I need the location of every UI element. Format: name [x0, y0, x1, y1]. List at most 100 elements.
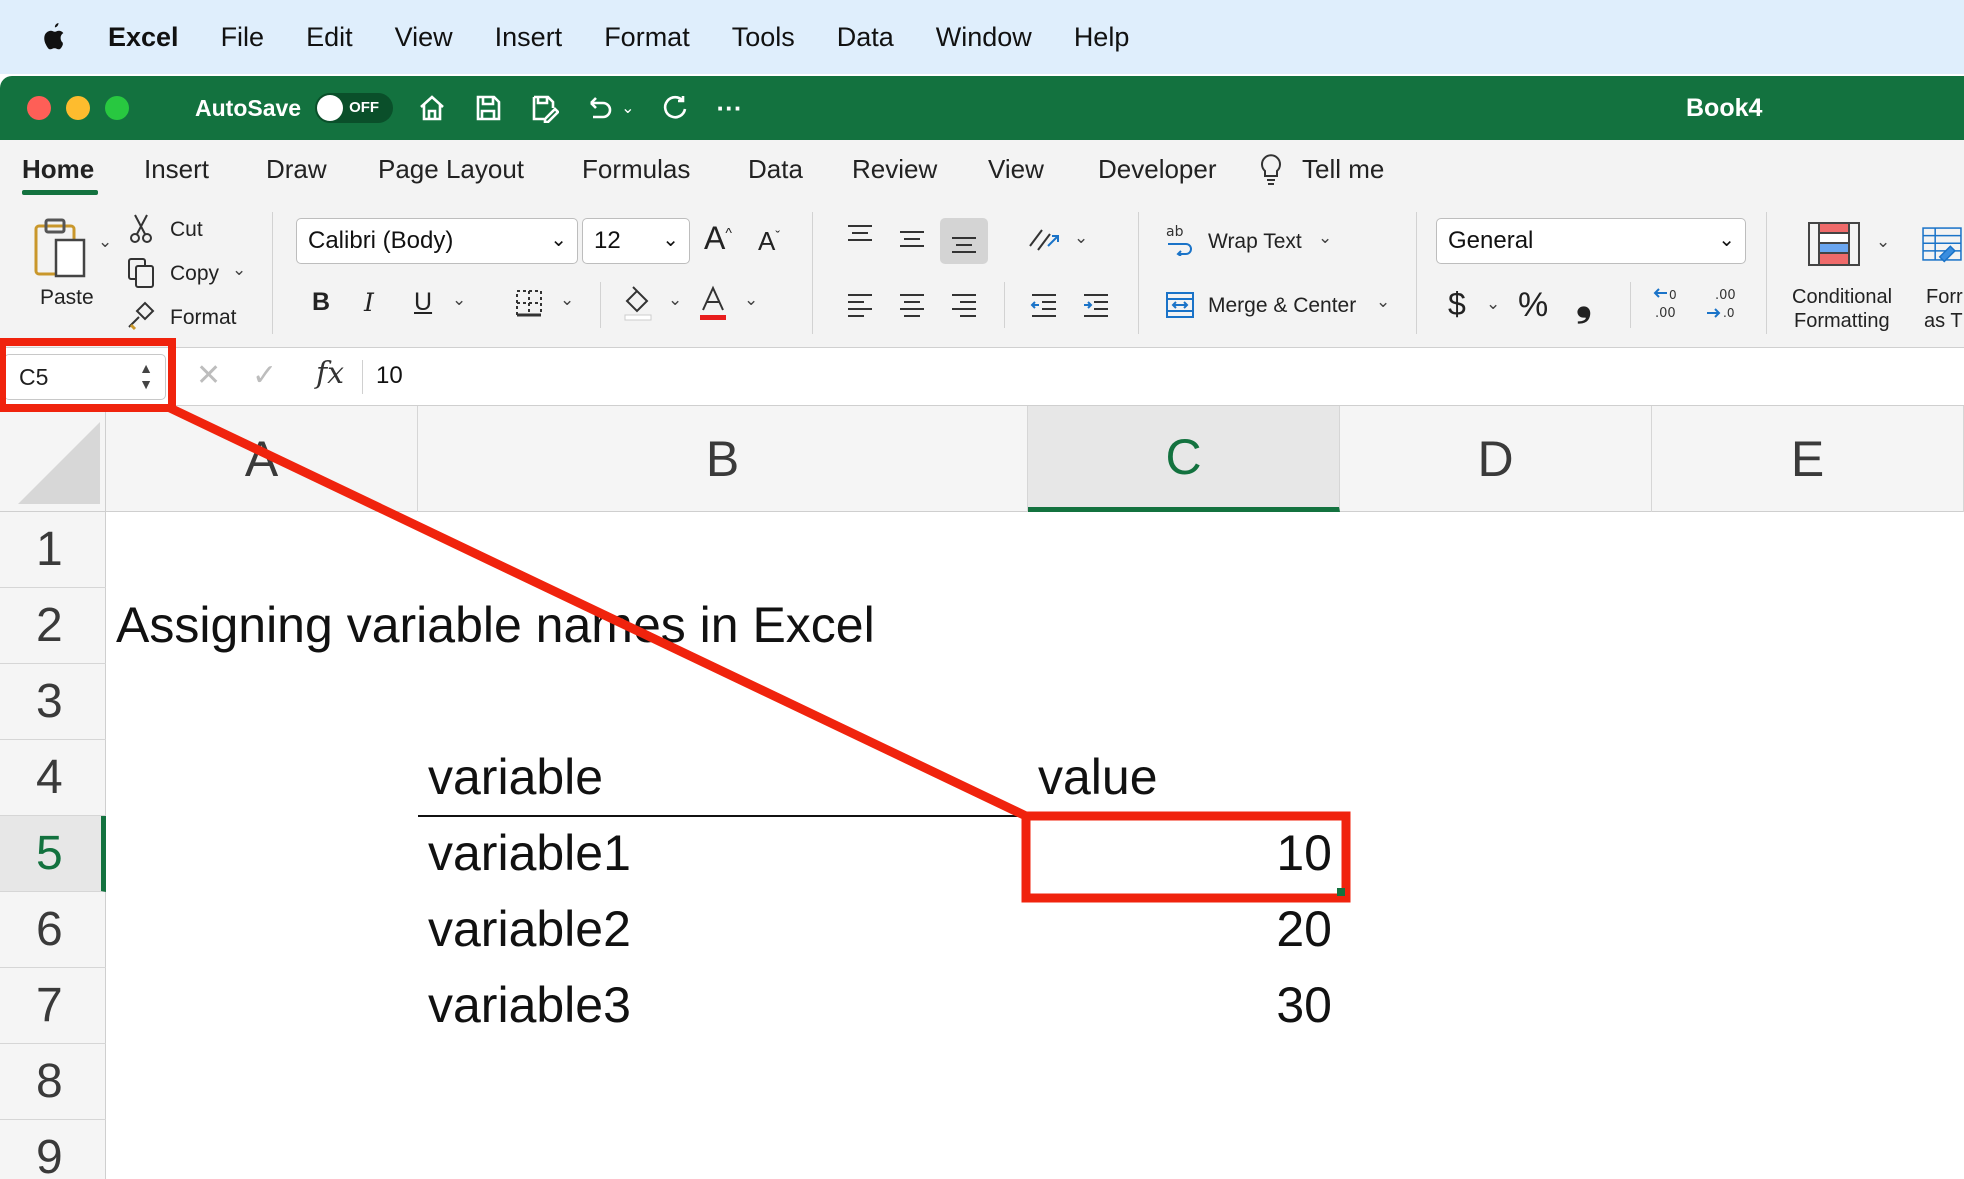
undo-icon[interactable]	[583, 91, 617, 125]
italic-button[interactable]: I	[364, 288, 374, 317]
tab-review[interactable]: Review	[852, 154, 937, 185]
tab-home[interactable]: Home	[22, 154, 94, 185]
copy-dropdown-chevron-icon[interactable]: ⌄	[232, 260, 246, 280]
menu-help[interactable]: Help	[1074, 22, 1130, 53]
increase-decimal-icon[interactable]: 0.00	[1650, 284, 1690, 324]
decrease-font-size-icon[interactable]: Aˇ	[758, 226, 780, 257]
cell-c6-value[interactable]: 20	[1032, 900, 1332, 958]
row-header-2[interactable]: 2	[0, 588, 106, 664]
conditional-formatting-label-line1[interactable]: Conditional	[1792, 286, 1892, 309]
format-as-table-label-line1[interactable]: Forr	[1926, 286, 1963, 309]
comma-style-button[interactable]: ❟	[1576, 280, 1592, 325]
font-size-select[interactable]: 12 ⌄	[582, 218, 690, 264]
tab-draw[interactable]: Draw	[266, 154, 327, 185]
zoom-window-button[interactable]	[105, 96, 129, 120]
column-header-a[interactable]: A	[106, 406, 418, 512]
menu-file[interactable]: File	[221, 22, 265, 53]
tab-tell-me[interactable]: Tell me	[1302, 154, 1384, 185]
menu-edit[interactable]: Edit	[306, 22, 353, 53]
paste-dropdown-chevron-icon[interactable]: ⌄	[98, 232, 112, 252]
increase-font-size-icon[interactable]: A^	[704, 220, 732, 257]
conditional-formatting-chevron-icon[interactable]: ⌄	[1876, 232, 1890, 252]
borders-chevron-icon[interactable]: ⌄	[560, 290, 574, 310]
row-header-7[interactable]: 7	[0, 968, 106, 1044]
tab-formulas[interactable]: Formulas	[582, 154, 690, 185]
cell-c4-header-value[interactable]: value	[1038, 748, 1158, 806]
underline-chevron-icon[interactable]: ⌄	[452, 290, 466, 310]
fill-color-icon[interactable]	[620, 284, 656, 322]
cell-c5-value[interactable]: 10	[1032, 824, 1332, 882]
copy-label[interactable]: Copy	[170, 262, 219, 286]
redo-icon[interactable]	[657, 91, 691, 125]
formula-input[interactable]: 10	[376, 362, 403, 390]
select-all-button[interactable]	[0, 406, 106, 512]
orientation-chevron-icon[interactable]: ⌄	[1074, 228, 1088, 248]
menu-insert[interactable]: Insert	[495, 22, 563, 53]
merge-center-label[interactable]: Merge & Center	[1208, 294, 1356, 318]
format-painter-icon[interactable]	[124, 298, 158, 332]
name-box-stepper-icon[interactable]: ▲ ▼	[139, 360, 153, 392]
menu-view[interactable]: View	[395, 22, 453, 53]
conditional-formatting-label-line2[interactable]: Formatting	[1794, 310, 1890, 333]
underline-button[interactable]: U	[414, 288, 432, 317]
merge-center-chevron-icon[interactable]: ⌄	[1376, 292, 1390, 312]
more-options-icon[interactable]: ···	[713, 91, 747, 125]
increase-indent-icon[interactable]	[1078, 288, 1114, 322]
font-color-chevron-icon[interactable]: ⌄	[744, 290, 758, 310]
undo-dropdown-chevron-icon[interactable]: ⌄	[621, 98, 634, 118]
close-window-button[interactable]	[27, 96, 51, 120]
wrap-text-icon[interactable]: ab	[1162, 220, 1200, 258]
cell-b4-header-variable[interactable]: variable	[428, 748, 603, 806]
cell-b5-variable1[interactable]: variable1	[428, 824, 631, 882]
column-header-b[interactable]: B	[418, 406, 1028, 512]
cell-b7-variable3[interactable]: variable3	[428, 976, 631, 1034]
paste-icon[interactable]	[28, 216, 92, 282]
align-right-icon[interactable]	[946, 288, 982, 322]
home-icon[interactable]	[415, 91, 449, 125]
percent-style-button[interactable]: %	[1518, 286, 1548, 325]
row-header-4[interactable]: 4	[0, 740, 106, 816]
row-header-5[interactable]: 5	[0, 816, 106, 892]
tab-view[interactable]: View	[988, 154, 1044, 185]
fill-handle[interactable]	[1337, 888, 1345, 896]
tab-insert[interactable]: Insert	[144, 154, 209, 185]
cell-b6-variable2[interactable]: variable2	[428, 900, 631, 958]
wrap-text-label[interactable]: Wrap Text	[1208, 230, 1302, 254]
row-header-3[interactable]: 3	[0, 664, 106, 740]
column-header-c[interactable]: C	[1028, 406, 1340, 512]
decrease-decimal-icon[interactable]: .00.0	[1702, 284, 1742, 324]
apple-logo-icon[interactable]	[38, 20, 68, 54]
orientation-icon[interactable]	[1024, 220, 1064, 256]
column-header-d[interactable]: D	[1340, 406, 1652, 512]
confirm-entry-icon[interactable]: ✓	[252, 358, 277, 393]
menu-format[interactable]: Format	[604, 22, 690, 53]
align-left-icon[interactable]	[842, 288, 878, 322]
name-box[interactable]: C5 ▲ ▼	[4, 354, 166, 400]
scissors-icon[interactable]	[126, 212, 156, 246]
cut-label[interactable]: Cut	[170, 218, 203, 242]
fill-color-chevron-icon[interactable]: ⌄	[668, 290, 682, 310]
bold-button[interactable]: B	[312, 288, 330, 317]
align-top-icon[interactable]	[842, 220, 878, 250]
wrap-text-chevron-icon[interactable]: ⌄	[1318, 228, 1332, 248]
menu-window[interactable]: Window	[936, 22, 1032, 53]
tab-developer[interactable]: Developer	[1098, 154, 1217, 185]
minimize-window-button[interactable]	[66, 96, 90, 120]
menu-data[interactable]: Data	[837, 22, 894, 53]
tab-data[interactable]: Data	[748, 154, 803, 185]
align-bottom-icon[interactable]	[940, 218, 988, 264]
font-name-select[interactable]: Calibri (Body) ⌄	[296, 218, 578, 264]
row-header-9[interactable]: 9	[0, 1120, 106, 1179]
currency-chevron-icon[interactable]: ⌄	[1486, 294, 1500, 314]
row-header-6[interactable]: 6	[0, 892, 106, 968]
cell-c7-value[interactable]: 30	[1032, 976, 1332, 1034]
tab-page-layout[interactable]: Page Layout	[378, 154, 524, 185]
cancel-entry-icon[interactable]: ✕	[196, 358, 221, 393]
borders-icon[interactable]	[512, 286, 546, 320]
align-center-icon[interactable]	[894, 288, 930, 322]
decrease-indent-icon[interactable]	[1026, 288, 1062, 322]
autosave-toggle[interactable]: OFF	[315, 93, 394, 123]
format-painter-label[interactable]: Format	[170, 306, 237, 330]
menu-tools[interactable]: Tools	[732, 22, 795, 53]
paste-label[interactable]: Paste	[40, 286, 94, 310]
